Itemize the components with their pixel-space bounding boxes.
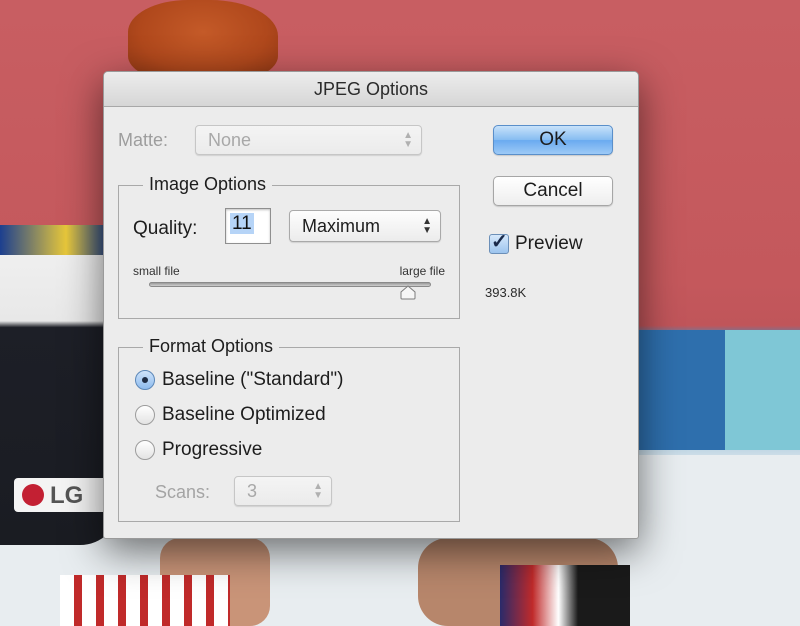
preview-checkbox-row[interactable]: ✓ Preview <box>489 231 583 255</box>
quality-preset-value: Maximum <box>302 216 381 236</box>
radio-button[interactable] <box>135 370 155 390</box>
radio-baseline-standard[interactable]: Baseline ("Standard") <box>135 369 343 391</box>
quality-label: Quality: <box>133 218 198 239</box>
sponsor-logo-text: LG <box>50 482 84 509</box>
radio-progressive[interactable]: Progressive <box>135 439 262 461</box>
radio-button[interactable] <box>135 440 155 460</box>
quality-input-value: 11 <box>230 213 254 234</box>
quality-input[interactable]: 11 <box>225 208 271 244</box>
format-options-group: Format Options Baseline ("Standard") Bas… <box>118 336 460 522</box>
radio-label[interactable]: Baseline Optimized <box>162 404 326 426</box>
jpeg-options-dialog: JPEG Options Matte: None ▲ ▼ OK Cancel ✓ … <box>103 71 639 539</box>
player-head <box>128 0 278 80</box>
preview-label[interactable]: Preview <box>515 233 583 255</box>
cancel-button[interactable]: Cancel <box>493 176 613 206</box>
sponsor-logo-icon <box>22 484 44 506</box>
matte-label: Matte: <box>118 130 169 150</box>
player-shoulder-trim <box>0 225 110 255</box>
image-options-title: Image Options <box>143 174 273 195</box>
scans-select[interactable]: 3 ▲ ▼ <box>234 476 332 506</box>
large-file-label: large file <box>399 264 445 278</box>
player-sock-left <box>60 575 230 626</box>
dialog-titlebar[interactable]: JPEG Options <box>104 72 638 107</box>
matte-select-value: None <box>208 130 252 150</box>
scans-select-value: 3 <box>247 481 258 501</box>
select-arrows-icon: ▲ ▼ <box>422 216 432 236</box>
radio-button[interactable] <box>135 405 155 425</box>
dialog-title: JPEG Options <box>313 79 429 99</box>
format-options-title: Format Options <box>143 336 280 357</box>
player-sock-right <box>500 565 630 626</box>
select-arrows-icon: ▲ ▼ <box>403 130 413 150</box>
checkmark-icon: ✓ <box>491 231 508 253</box>
radio-label[interactable]: Progressive <box>162 439 262 461</box>
quality-slider-thumb[interactable] <box>399 285 417 300</box>
quality-preset-select[interactable]: Maximum ▲ ▼ <box>289 210 441 242</box>
radio-label[interactable]: Baseline ("Standard") <box>162 369 343 391</box>
background-cyan-banner <box>725 330 800 450</box>
small-file-label: small file <box>133 264 180 278</box>
radio-baseline-optimized[interactable]: Baseline Optimized <box>135 404 326 426</box>
image-options-group: Image Options Quality: 11 Maximum ▲ ▼ sma… <box>118 174 460 319</box>
select-arrows-icon: ▲ ▼ <box>313 481 323 501</box>
file-size-readout: 393.8K <box>485 285 527 300</box>
quality-slider-track[interactable] <box>149 282 431 287</box>
matte-select[interactable]: None ▲ ▼ <box>195 125 422 155</box>
ok-button[interactable]: OK <box>493 125 613 155</box>
preview-checkbox[interactable]: ✓ <box>489 231 509 254</box>
scans-label: Scans: <box>155 482 211 502</box>
